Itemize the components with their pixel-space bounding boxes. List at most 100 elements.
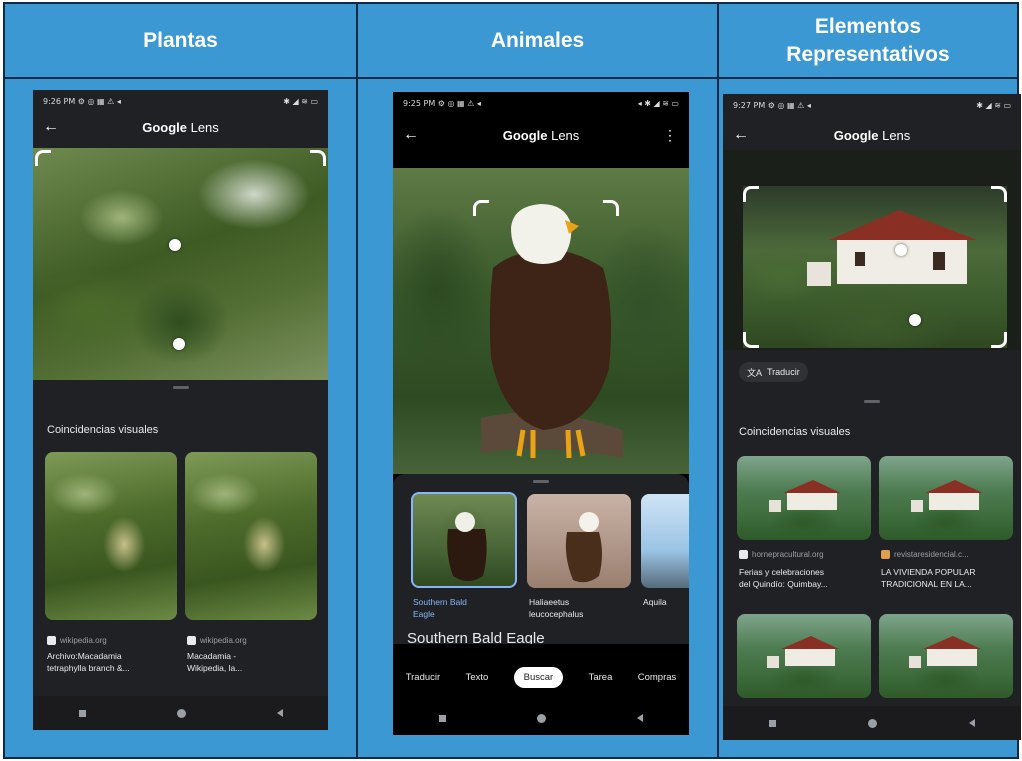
home-icon[interactable] (176, 708, 186, 718)
crop-corner-icon[interactable] (473, 200, 489, 216)
header-label: Animales (490, 28, 585, 52)
drag-handle[interactable] (533, 480, 549, 483)
result-source: hornepracultural.org (739, 550, 871, 560)
result-source: revistaresidencial.c... (881, 550, 1015, 560)
app-title: Google Lens (33, 120, 328, 135)
result-label[interactable]: Aquila (643, 596, 667, 608)
crop-corner-icon[interactable] (310, 150, 326, 166)
back-arrow-icon[interactable]: ← (403, 126, 419, 144)
result-thumbnail[interactable] (737, 456, 871, 540)
translate-label: Traducir (767, 367, 800, 377)
tab-texto[interactable]: Texto (466, 672, 489, 683)
translate-chip[interactable]: 文A Traducir (739, 362, 808, 382)
phone-elementos: 9:27 PM ⚙ ◎ ▦ ⚠ ◂ ✱ ◢ ≋ ▭ ← Google Lens (723, 94, 1021, 740)
tab-compras[interactable]: Compras (638, 672, 677, 683)
label-line: leucocephalus (529, 609, 584, 619)
crop-corner-icon[interactable] (743, 332, 759, 348)
results-sheet: Coincidencias visuales wikipedia.org Arc… (33, 380, 328, 696)
result-description[interactable]: Macadamia - Wikipedia, la... (187, 650, 317, 674)
result-thumbnail[interactable] (185, 452, 317, 620)
phone-plantas: 9:26 PM ⚙ ◎ ▦ ⚠ ◂ ✱ ◢ ≋ ▭ ← Google Lens … (33, 90, 328, 730)
nav-back-icon[interactable] (637, 714, 644, 722)
header-label: Plantas (143, 28, 218, 52)
result-thumbnail[interactable] (737, 614, 871, 698)
status-time: 9:27 PM ⚙ ◎ ▦ ⚠ ◂ (733, 100, 811, 110)
captured-house-image[interactable] (743, 186, 1007, 348)
app-title: Google Lens (723, 128, 1021, 143)
column-divider (717, 4, 719, 757)
tab-traducir[interactable]: Traducir (406, 672, 441, 683)
back-arrow-icon[interactable]: ← (43, 118, 59, 136)
result-thumbnail[interactable] (641, 494, 689, 588)
status-time: 9:26 PM ⚙ ◎ ▦ ⚠ ◂ (43, 96, 121, 106)
header-label: Elementos (814, 14, 922, 38)
app-title-brand: Google (142, 119, 187, 135)
result-thumbnail[interactable] (45, 452, 177, 620)
android-nav-bar (33, 696, 328, 730)
app-title-product: Lens (186, 119, 219, 135)
header-label: Representativos (786, 42, 950, 66)
house-thumb-illustration (909, 636, 981, 668)
mode-tabs: Traducir Texto Buscar Tarea Compras (393, 664, 689, 690)
site-favicon-icon (739, 550, 748, 560)
header-divider (5, 77, 1017, 79)
label-line: Aquila (643, 597, 667, 607)
desc-line: Archivo:Macadamia (47, 651, 122, 661)
home-icon[interactable] (536, 713, 546, 723)
eagle-thumb-illustration (447, 512, 487, 581)
result-description[interactable]: Ferias y celebraciones del Quindío: Quim… (739, 566, 873, 590)
result-thumbnail[interactable] (879, 614, 1013, 698)
app-bar: ← Google Lens (723, 120, 1021, 150)
section-title: Coincidencias visuales (47, 424, 159, 436)
drag-handle[interactable] (172, 386, 189, 389)
visual-match-card[interactable] (185, 452, 317, 622)
object-dot-icon[interactable] (895, 244, 907, 256)
comparison-table: Plantas Animales Elementos Representativ… (3, 2, 1021, 759)
nav-back-icon[interactable] (969, 719, 975, 727)
result-label[interactable]: Haliaeetus leucocephalus (529, 596, 583, 620)
recents-icon[interactable] (438, 714, 446, 722)
app-bar: ← Google Lens ⋮ (393, 120, 689, 150)
label-line: Eagle (413, 609, 435, 619)
desc-line: del Quindío: Quimbay... (739, 579, 828, 589)
results-sheet: Southern Bald Eagle Haliaeetus leucoceph… (393, 474, 689, 644)
app-title-brand: Google (502, 127, 548, 143)
source-label: hornepracultural.org (752, 550, 824, 559)
source-label: wikipedia.org (60, 636, 107, 645)
visual-match-card[interactable] (45, 452, 177, 622)
more-options-icon[interactable]: ⋮ (663, 127, 677, 144)
nav-back-icon[interactable] (276, 709, 283, 717)
result-thumbnail[interactable] (879, 456, 1013, 540)
result-thumbnail-selected[interactable] (411, 492, 517, 588)
object-dot-icon[interactable] (909, 314, 921, 326)
recents-icon[interactable] (769, 719, 776, 727)
wikipedia-icon (187, 636, 196, 646)
desc-line: LA VIVIENDA POPULAR (881, 567, 976, 577)
header-animales: Animales (358, 4, 717, 77)
status-time: 9:25 PM ⚙ ◎ ▦ ⚠ ◂ (403, 98, 481, 108)
drag-handle[interactable] (864, 400, 880, 403)
object-dot-icon[interactable] (169, 239, 181, 251)
crop-corner-icon[interactable] (743, 186, 759, 202)
section-title: Coincidencias visuales (739, 426, 851, 438)
object-dot-icon[interactable] (173, 338, 185, 350)
desc-line: Ferias y celebraciones (739, 567, 825, 577)
recents-icon[interactable] (78, 709, 86, 717)
result-description[interactable]: Archivo:Macadamia tetraphylla branch &..… (47, 650, 177, 674)
result-thumbnail[interactable] (527, 494, 631, 588)
app-title-product: Lens (547, 127, 580, 143)
app-title-brand: Google (833, 127, 879, 143)
crop-corner-icon[interactable] (991, 332, 1007, 348)
home-icon[interactable] (868, 718, 877, 728)
crop-corner-icon[interactable] (35, 150, 51, 166)
tab-buscar[interactable]: Buscar (513, 666, 564, 688)
crop-corner-icon[interactable] (991, 186, 1007, 202)
back-arrow-icon[interactable]: ← (733, 126, 749, 144)
result-description[interactable]: LA VIVIENDA POPULAR TRADICIONAL EN LA... (881, 566, 1017, 590)
status-bar: 9:25 PM ⚙ ◎ ▦ ⚠ ◂ ◂ ✱ ◢ ≋ ▭ (393, 92, 689, 114)
tab-tarea[interactable]: Tarea (589, 672, 613, 683)
crop-corner-icon[interactable] (603, 200, 619, 216)
captured-plant-image[interactable] (33, 148, 328, 380)
captured-eagle-image[interactable] (393, 168, 689, 474)
result-label[interactable]: Southern Bald Eagle (413, 596, 467, 620)
